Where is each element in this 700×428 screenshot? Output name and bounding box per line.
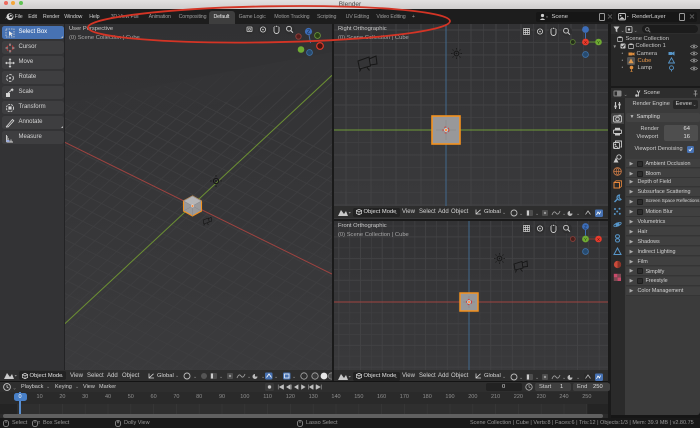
svg-text:⌄: ⌄ (519, 375, 523, 381)
svg-text:⌄: ⌄ (535, 375, 539, 381)
svg-text:⌄: ⌄ (562, 211, 566, 217)
svg-text:Y: Y (597, 40, 600, 45)
svg-text:Y: Y (584, 237, 587, 242)
svg-text:⌄: ⌄ (633, 28, 637, 33)
svg-text:⌄: ⌄ (562, 375, 566, 381)
svg-text:⌄: ⌄ (261, 374, 265, 380)
svg-text:X: X (584, 40, 587, 45)
svg-text:⌄: ⌄ (519, 211, 523, 217)
svg-text:⌄: ⌄ (274, 374, 278, 380)
svg-text:⌄: ⌄ (623, 92, 627, 97)
svg-text:⌄: ⌄ (292, 374, 296, 380)
svg-text:⌄: ⌄ (535, 211, 539, 217)
svg-text:⌄: ⌄ (576, 211, 580, 217)
svg-text:⌄: ⌄ (193, 374, 197, 380)
svg-text:⌄: ⌄ (13, 386, 17, 392)
svg-text:X: X (597, 237, 600, 242)
svg-text:⌄: ⌄ (576, 375, 580, 381)
svg-text:⌄: ⌄ (247, 374, 251, 380)
svg-text:⌄: ⌄ (219, 374, 223, 380)
svg-text:⌄: ⌄ (620, 28, 624, 33)
svg-text:Z: Z (584, 225, 587, 230)
